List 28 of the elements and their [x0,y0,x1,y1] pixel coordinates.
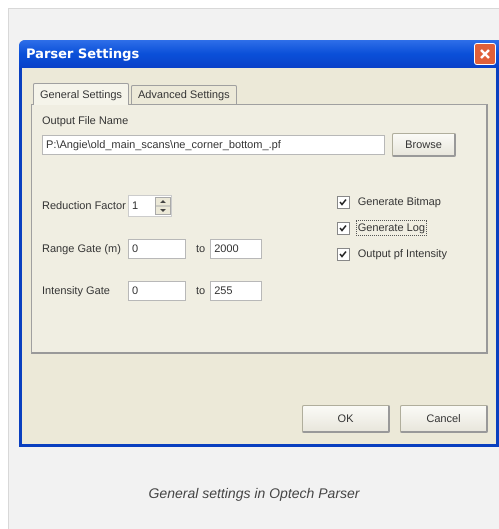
range-separator: to [196,243,206,255]
field-label: Range Gate (m) [42,243,122,255]
checkbox-label: Generate Bitmap [356,195,442,209]
close-icon [479,48,491,60]
cancel-button[interactable]: Cancel [400,405,488,433]
file-name-field[interactable]: P:\Angie\old_main_scans\ne_corner_bottom_.pf [42,135,385,155]
tab[interactable]: Advanced Settings [130,85,237,105]
from-field[interactable]: 0 [128,281,186,301]
field-label: Intensity Gate [42,285,111,297]
checkbox[interactable] [336,196,350,208]
checkbox-label: Output pf Intensity [356,247,448,261]
checkbox-label: Generate Log [356,221,426,235]
tab[interactable]: General Settings [33,83,129,105]
to-field[interactable]: 255 [210,281,262,301]
field-label: Reduction Factor [42,200,127,212]
spin-arrows-icon [155,197,171,215]
ok-button[interactable]: OK [302,405,390,433]
window-title: Parser Settings [26,46,140,62]
checkbox[interactable] [336,248,350,260]
range-separator: to [196,285,206,297]
browse-button[interactable]: Browse [392,133,456,157]
caption: General settings in Optech Parser [148,485,360,501]
checkbox[interactable] [336,222,350,234]
close-button[interactable] [474,43,496,65]
spin-field[interactable]: 1 [128,195,172,217]
to-field[interactable]: 2000 [210,239,262,259]
field-label: Output File Name [42,115,130,127]
from-field[interactable]: 0 [128,239,186,259]
